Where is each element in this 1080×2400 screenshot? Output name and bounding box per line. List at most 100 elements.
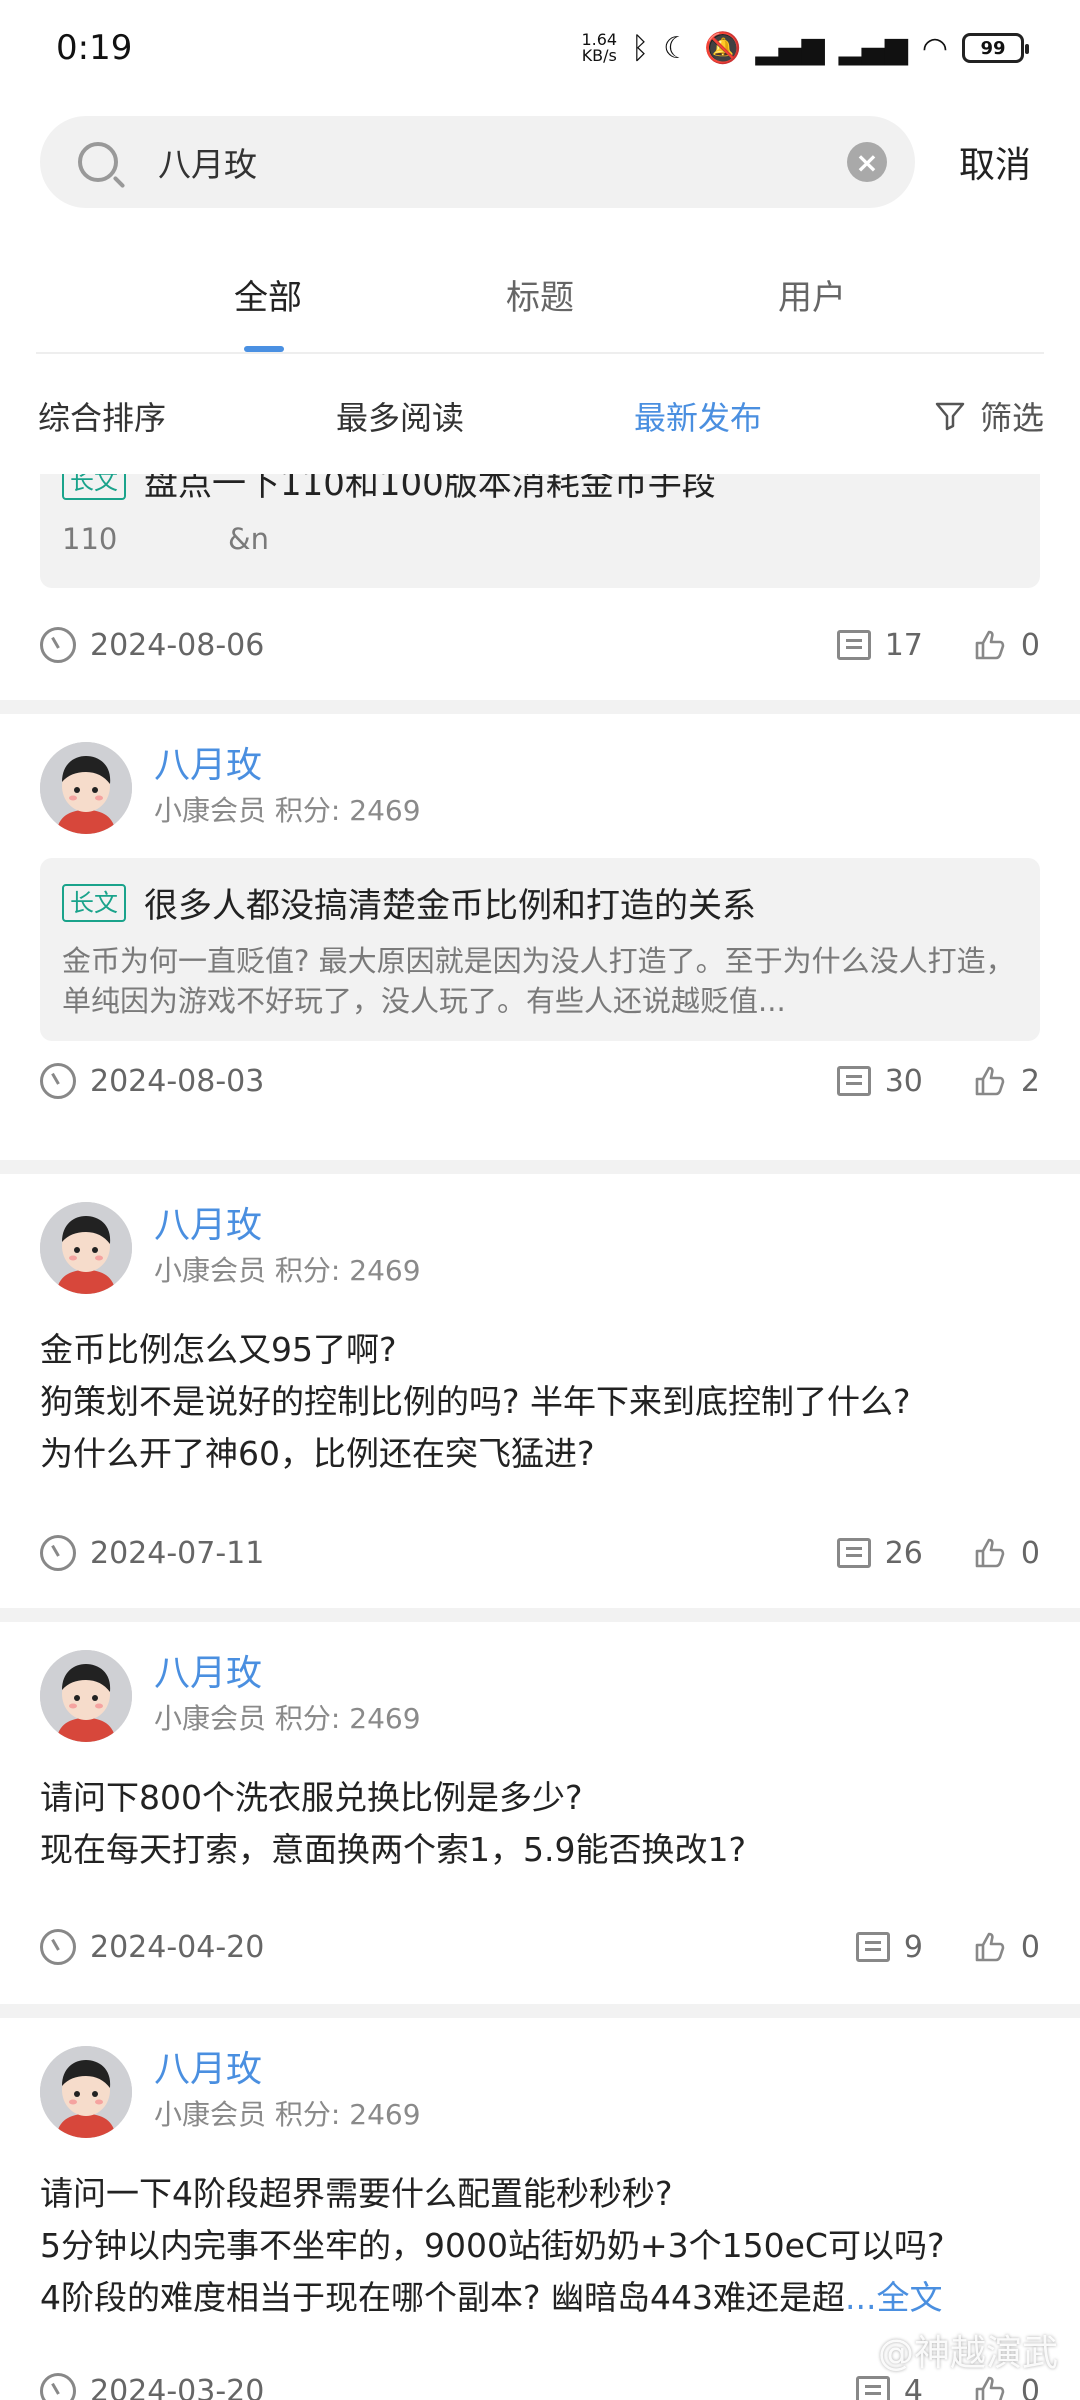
avatar[interactable] <box>40 1202 132 1294</box>
net-speed: 1.64 KB/s <box>581 32 617 64</box>
user-name[interactable]: 八月玫 <box>154 2047 421 2093</box>
post-author[interactable]: 八月玫 小康会员 积分: 2469 <box>40 742 421 834</box>
avatar-image <box>40 1650 132 1742</box>
sort-most-read[interactable]: 最多阅读 <box>336 393 464 439</box>
comment-count[interactable]: 9 <box>855 1929 923 1965</box>
post-body-line: 5分钟以内完事不坐牢的，9000站街奶奶+3个150eC可以吗? <box>40 2226 945 2265</box>
user-rank: 小康会员 <box>154 1702 267 1735</box>
post-stats: 30 2 <box>787 1064 1040 1099</box>
article-title: 很多人都没搞清楚金币比例和打造的关系 <box>144 886 756 926</box>
long-article-tag: 长文 <box>62 474 126 500</box>
article-preview[interactable]: 长文 很多人都没搞清楚金币比例和打造的关系 金币为何一直贬值? 最大原因就是因为… <box>40 858 1040 1041</box>
article-excerpt: 110 &n <box>62 522 269 556</box>
avatar-image <box>40 2046 132 2138</box>
user-points: 积分: 2469 <box>274 1702 421 1735</box>
post-date-text: 2024-07-11 <box>90 1535 265 1571</box>
post-date: 2024-04-20 <box>40 1929 264 1965</box>
post-body-line: 金币比例怎么又95了啊? <box>40 1330 397 1369</box>
search-input[interactable] <box>158 142 847 182</box>
cancel-button[interactable]: 取消 <box>959 136 1031 188</box>
user-meta: 小康会员 积分: 2469 <box>154 1697 421 1741</box>
like-count[interactable]: 0 <box>973 628 1040 663</box>
like-count[interactable]: 0 <box>973 2374 1040 2400</box>
post-date-text: 2024-03-20 <box>90 2373 265 2400</box>
user-points: 积分: 2469 <box>274 1254 421 1287</box>
avatar[interactable] <box>40 1650 132 1742</box>
tab-title[interactable]: 标题 <box>404 250 676 352</box>
like-count-text: 0 <box>1020 627 1040 663</box>
user-meta: 小康会员 积分: 2469 <box>154 789 421 833</box>
signal-icon: ▂▄▆ <box>755 30 825 66</box>
avatar-image <box>40 742 132 834</box>
post-body-line: 现在每天打索，意面换两个索1，5.9能否换改1? <box>40 1830 746 1869</box>
post-stats: 26 0 <box>787 1536 1040 1571</box>
user-info: 八月玫 小康会员 积分: 2469 <box>154 2047 421 2137</box>
user-name[interactable]: 八月玫 <box>154 743 421 789</box>
user-name[interactable]: 八月玫 <box>154 1203 421 1249</box>
watermark: @神越演武 <box>877 2333 1058 2374</box>
comment-count[interactable]: 4 <box>855 2374 923 2400</box>
post-date-text: 2024-04-20 <box>90 1929 265 1965</box>
search-icon <box>78 142 118 182</box>
like-count[interactable]: 0 <box>973 1930 1040 1965</box>
comment-icon <box>855 1932 890 1962</box>
post-body[interactable]: 请问一下4阶段超界需要什么配置能秒秒秒? 5分钟以内完事不坐牢的，9000站街奶… <box>40 2168 1050 2324</box>
post-body[interactable]: 金币比例怎么又95了啊? 狗策划不是说好的控制比例的吗? 半年下来到底控制了什么… <box>40 1324 1050 1480</box>
user-meta: 小康会员 积分: 2469 <box>154 2093 421 2137</box>
post-stats: 4 0 <box>806 2374 1040 2400</box>
clear-icon[interactable]: × <box>847 142 887 182</box>
post-body-line: 4阶段的难度相当于现在哪个副本? 幽暗岛443难还是超...全文 <box>40 2272 1050 2324</box>
comment-icon <box>836 1066 871 1096</box>
tab-user[interactable]: 用户 <box>676 250 948 352</box>
comment-count[interactable]: 30 <box>836 1064 923 1099</box>
sort-comprehensive[interactable]: 综合排序 <box>38 393 166 439</box>
post-body-text: 4阶段的难度相当于现在哪个副本? 幽暗岛443难还是超 <box>40 2278 845 2317</box>
filter-icon <box>935 402 965 431</box>
post-body[interactable]: 请问下800个洗衣服兑换比例是多少? 现在每天打索，意面换两个索1，5.9能否换… <box>40 1772 1050 1876</box>
user-info: 八月玫 小康会员 积分: 2469 <box>154 743 421 833</box>
post-date-text: 2024-08-06 <box>90 627 265 663</box>
thumbs-up-icon <box>975 2376 1005 2400</box>
post-card[interactable]: 长文 盘点一下110和100版本消耗金币手段 110 &n 2024-08-06… <box>0 474 1080 700</box>
article-title-row: 长文 很多人都没搞清楚金币比例和打造的关系 <box>62 878 1018 927</box>
comment-count-text: 17 <box>884 627 923 663</box>
comment-count[interactable]: 26 <box>836 1535 923 1571</box>
article-excerpt: 金币为何一直贬值? 最大原因就是因为没人打造了。至于为什么没人打造，单纯因为游戏… <box>62 944 1015 1018</box>
post-author[interactable]: 八月玫 小康会员 积分: 2469 <box>40 1202 421 1294</box>
post-divider <box>0 1608 1080 1622</box>
post-card[interactable]: 八月玫 小康会员 积分: 2469 金币比例怎么又95了啊? 狗策划不是说好的控… <box>0 1174 1080 1620</box>
like-count[interactable]: 2 <box>973 1064 1040 1099</box>
post-date-text: 2024-08-03 <box>90 1063 265 1099</box>
tab-bar: 全部 标题 用户 <box>36 250 1044 354</box>
post-card[interactable]: 八月玫 小康会员 积分: 2469 长文 很多人都没搞清楚金币比例和打造的关系 … <box>0 714 1080 1146</box>
user-name[interactable]: 八月玫 <box>154 1651 421 1697</box>
comment-count[interactable]: 17 <box>836 627 923 663</box>
post-author[interactable]: 八月玫 小康会员 积分: 2469 <box>40 1650 421 1742</box>
status-icons: 1.64 KB/s ᛒ ☾ 🔕 ▂▄▆ ▂▄▆ ◠ 99 <box>581 30 1029 66</box>
tab-all[interactable]: 全部 <box>132 250 404 352</box>
avatar[interactable] <box>40 742 132 834</box>
post-card[interactable]: 八月玫 小康会员 积分: 2469 请问下800个洗衣服兑换比例是多少? 现在每… <box>0 1622 1080 2008</box>
filter-button[interactable]: 筛选 <box>934 393 1044 439</box>
search-box[interactable]: × <box>40 116 915 208</box>
status-time: 0:19 <box>56 28 133 68</box>
comment-count-text: 9 <box>903 1929 923 1965</box>
comment-count-text: 26 <box>884 1535 923 1571</box>
post-meta: 2024-04-20 9 0 <box>40 1922 1040 1972</box>
read-more-link[interactable]: ...全文 <box>845 2278 942 2317</box>
thumbs-up-icon <box>975 1932 1005 1962</box>
clock-icon <box>40 1535 76 1571</box>
comment-icon <box>855 2376 890 2400</box>
like-count[interactable]: 0 <box>973 1536 1040 1571</box>
sort-newest[interactable]: 最新发布 <box>634 393 762 439</box>
status-bar: 0:19 1.64 KB/s ᛒ ☾ 🔕 ▂▄▆ ▂▄▆ ◠ 99 <box>0 0 1080 96</box>
post-meta: 2024-07-11 26 0 <box>40 1528 1040 1578</box>
comment-icon <box>836 1538 871 1568</box>
avatar-image <box>40 1202 132 1294</box>
avatar[interactable] <box>40 2046 132 2138</box>
article-preview[interactable]: 长文 盘点一下110和100版本消耗金币手段 110 &n <box>40 474 1040 588</box>
post-feed[interactable]: 长文 盘点一下110和100版本消耗金币手段 110 &n 2024-08-06… <box>0 474 1080 2400</box>
post-author[interactable]: 八月玫 小康会员 积分: 2469 <box>40 2046 421 2138</box>
post-date: 2024-03-20 <box>40 2373 264 2400</box>
post-date: 2024-08-06 <box>40 627 264 663</box>
